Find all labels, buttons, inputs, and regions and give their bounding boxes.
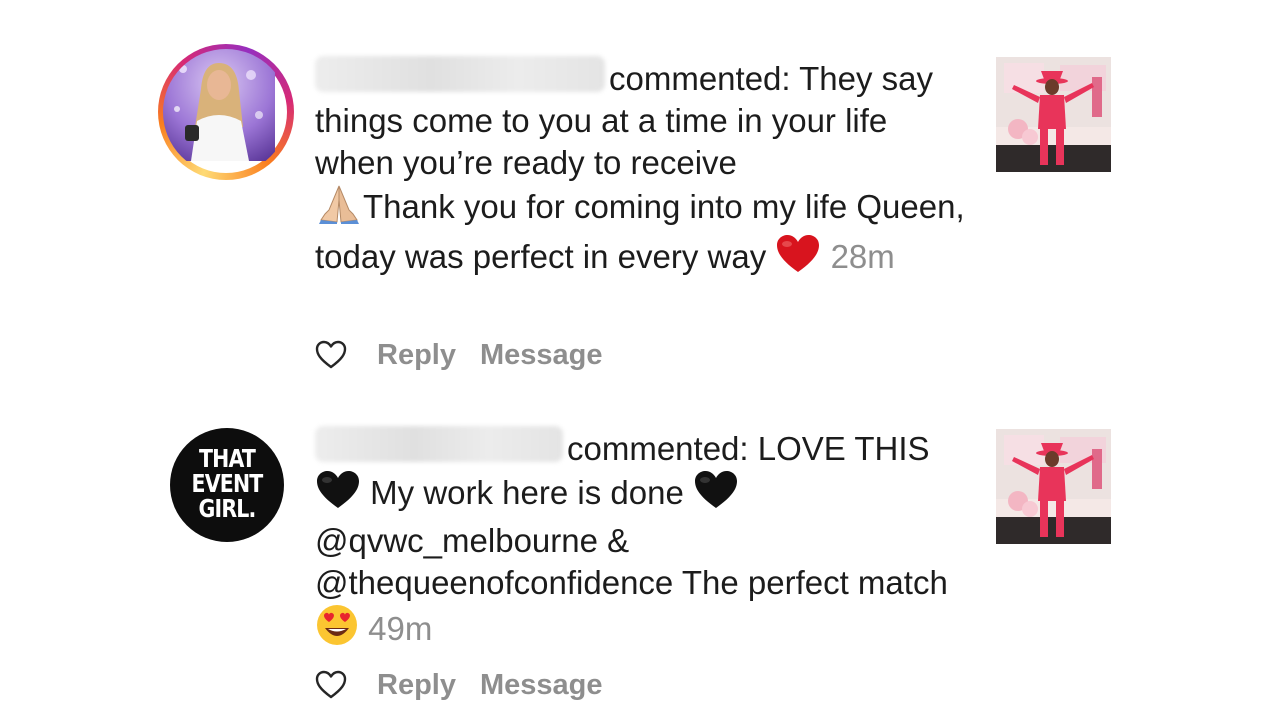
message-button[interactable]: Message [480, 339, 603, 372]
timestamp: 28m [830, 238, 895, 275]
post-thumbnail[interactable] [996, 57, 1111, 172]
avatar[interactable] [158, 44, 294, 180]
folded-hands-emoji [315, 184, 363, 234]
logo: THAT EVENT GIRL. [191, 444, 264, 523]
notification-item: commented: They say things come to you a… [0, 0, 1280, 400]
comment-text-block: commented: LOVE THIS My work here is don… [315, 426, 965, 656]
black-heart-emoji [315, 470, 361, 520]
comment-actions: Reply Message [315, 335, 627, 375]
post-thumbnail[interactable] [996, 429, 1111, 544]
avatar[interactable]: THAT EVENT GIRL. [170, 428, 284, 542]
like-heart-icon[interactable] [315, 340, 347, 370]
username-redacted[interactable] [315, 426, 563, 462]
reply-button[interactable]: Reply [377, 339, 456, 372]
comment-actions: Reply Message [315, 665, 627, 705]
comment-body-2: My work here is done [370, 474, 684, 511]
username-redacted[interactable] [315, 56, 605, 92]
timestamp: 49m [368, 610, 433, 647]
avatar-photo [163, 49, 289, 175]
comment-body: commented: LOVE THIS [567, 430, 930, 467]
notification-item: THAT EVENT GIRL. commented: LOVE THIS My… [0, 400, 1280, 720]
red-heart-emoji [775, 234, 821, 284]
reply-button[interactable]: Reply [377, 669, 456, 702]
message-button[interactable]: Message [480, 669, 603, 702]
heart-eyes-emoji [315, 604, 359, 656]
comment-text-block: commented: They say things come to you a… [315, 56, 965, 284]
comment-body-3: @qvwc_melbourne & @thequeenofconfidence … [315, 522, 948, 601]
like-heart-icon[interactable] [315, 670, 347, 700]
black-heart-emoji [693, 470, 739, 520]
